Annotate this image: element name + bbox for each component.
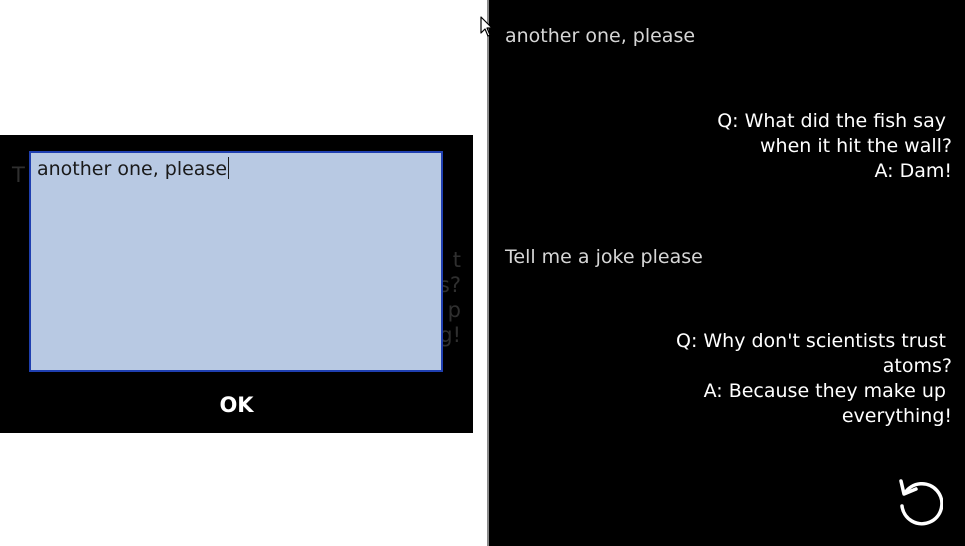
app-screen: T t s? p g! another one, please OK anoth… <box>0 0 965 546</box>
input-dialog: T t s? p g! another one, please OK <box>0 135 473 433</box>
bot-message: Q: What did the fish say when it hit the… <box>632 109 952 184</box>
mouse-pointer-icon <box>480 16 493 37</box>
bot-message-line: everything! <box>841 405 952 427</box>
text-caret <box>228 157 230 179</box>
user-message: another one, please <box>505 25 696 47</box>
message-input-value: another one, please <box>37 158 228 180</box>
bot-message-line: A: Dam! <box>874 160 952 182</box>
bot-message: Q: Why don't scientists trust atoms? A: … <box>632 329 952 429</box>
bot-message-line: Q: Why don't scientists trust <box>675 330 952 352</box>
bot-message-line: atoms? <box>882 355 952 377</box>
chat-panel: another one, please Q: What did the fish… <box>489 0 965 546</box>
message-input[interactable]: another one, please <box>29 151 443 372</box>
background-text-left: T <box>12 163 25 187</box>
bot-message-line: when it hit the wall? <box>760 135 952 157</box>
refresh-icon <box>899 479 944 526</box>
bot-message-line: Q: What did the fish say <box>717 110 952 132</box>
user-message: Tell me a joke please <box>505 246 703 268</box>
ok-button[interactable]: OK <box>0 387 473 423</box>
refresh-button[interactable] <box>893 476 944 526</box>
bot-message-line: A: Because they make up <box>703 380 952 402</box>
